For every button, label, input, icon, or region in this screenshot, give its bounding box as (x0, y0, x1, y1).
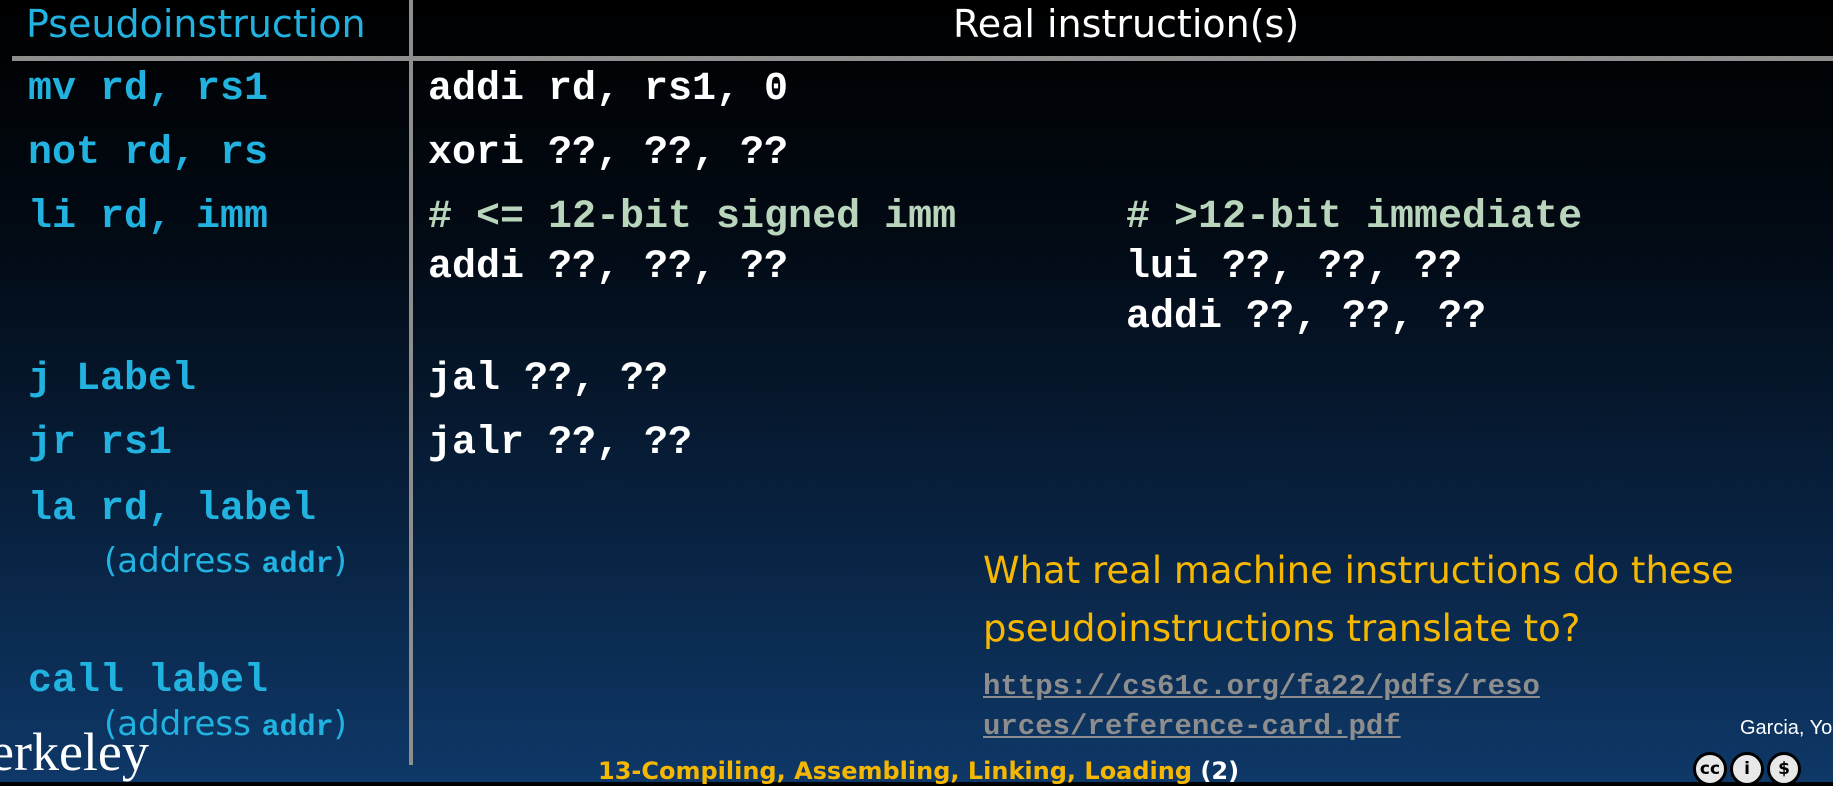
real-li-large-lui: lui ??, ??, ?? (1126, 245, 1463, 290)
comment-small-imm: # <= 12-bit signed imm (428, 195, 957, 240)
author-name: Garcia, Yo (1740, 717, 1833, 739)
pseudo-jr: jr rs1 (28, 421, 173, 466)
pseudo-la: la rd, label (28, 487, 317, 532)
pseudo-not: not rd, rs (28, 131, 269, 176)
real-li-small: addi ??, ??, ?? (428, 245, 789, 290)
creative-commons-badge: cc i $ (1693, 752, 1801, 786)
pseudo-li: li rd, imm (28, 195, 269, 240)
real-mv: addi rd, rs1, 0 (428, 67, 789, 112)
page-number: (2) (1200, 757, 1240, 785)
berkeley-logo: erkeley (0, 722, 149, 782)
real-instructions-header: Real instruction(s) (953, 2, 1300, 46)
pseudo-mv: mv rd, rs1 (28, 67, 269, 112)
real-jr: jalr ??, ?? (428, 421, 693, 466)
la-address-note: (address addr) (104, 541, 347, 582)
header-divider (12, 56, 1833, 61)
real-not: xori ??, ??, ?? (428, 131, 789, 176)
cc-icon: cc (1693, 752, 1727, 786)
real-j: jal ??, ?? (428, 357, 669, 402)
nc-icon: $ (1767, 752, 1801, 786)
reference-card-link[interactable]: https://cs61c.org/fa22/pdfs/resources/re… (983, 667, 1553, 747)
pseudo-call: call label (28, 659, 269, 704)
real-li-large-addi: addi ??, ??, ?? (1126, 295, 1487, 340)
pseudo-j: j Label (28, 357, 197, 402)
column-divider (409, 0, 413, 765)
pseudoinstruction-header: Pseudoinstruction (26, 2, 366, 46)
by-icon: i (1730, 752, 1764, 786)
lecture-title: 13-Compiling, Assembling, Linking, Loadi… (598, 757, 1193, 785)
question-text: What real machine instructions do these … (983, 549, 1734, 650)
comment-large-imm: # >12-bit immediate (1126, 195, 1583, 240)
